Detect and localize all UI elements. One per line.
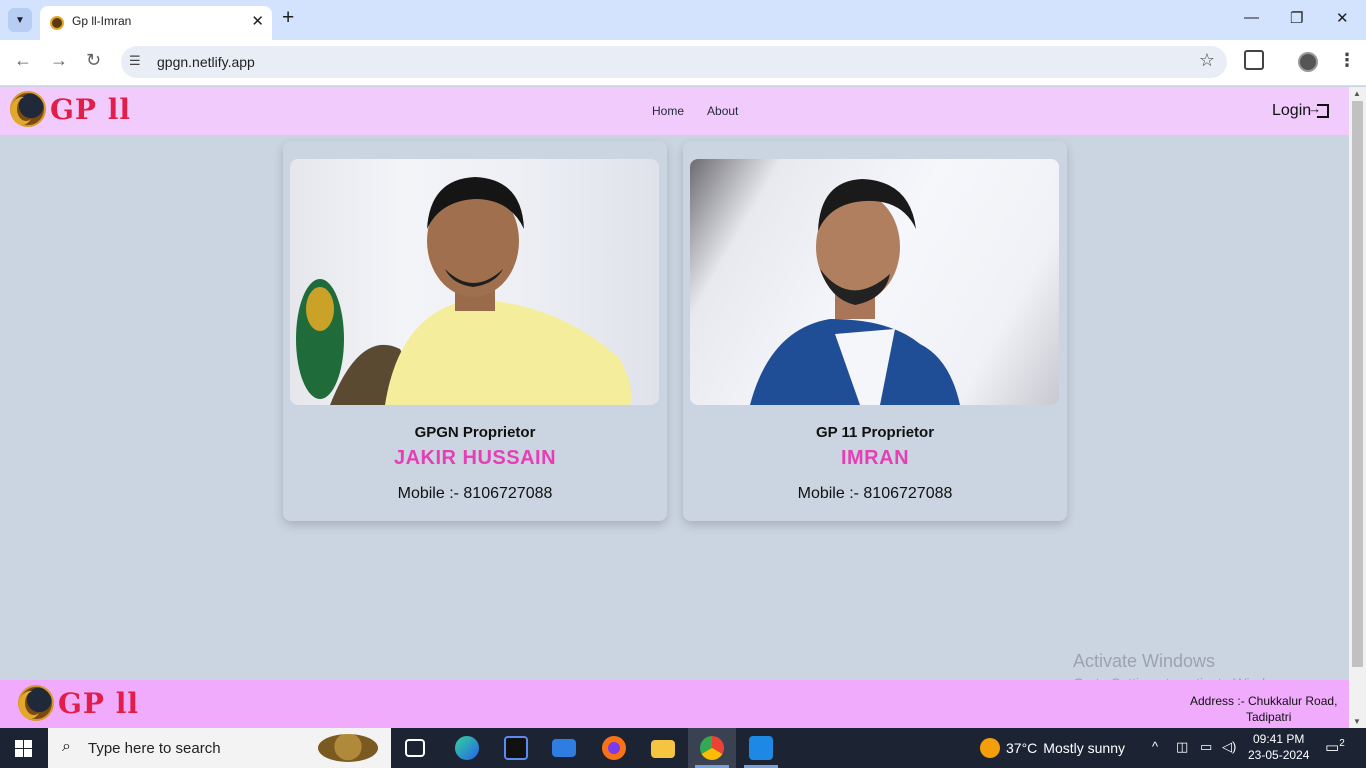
- restore-button[interactable]: ❐: [1290, 9, 1303, 27]
- address-line: Address :- Chukkalur Road,: [1190, 694, 1338, 708]
- file-explorer-icon[interactable]: [651, 740, 675, 758]
- crescent-logo-icon: [18, 685, 54, 721]
- network-icon[interactable]: ▭: [1200, 739, 1212, 755]
- card-name: JAKIR HUSSAIN: [393, 447, 557, 469]
- chevron-down-icon: ▼: [15, 14, 25, 26]
- footer-logo: GP ll: [18, 685, 139, 721]
- footer-logo-text: GP ll: [58, 686, 139, 720]
- login-button[interactable]: Login: [1272, 101, 1330, 120]
- address-line: Tadipatri: [1246, 710, 1292, 724]
- meet-now-icon[interactable]: ◫: [1176, 739, 1188, 755]
- card-role: GP 11 Proprietor: [815, 424, 935, 441]
- page-viewport: GP ll Home About Login GPGN Proprietor: [0, 87, 1349, 728]
- site-favicon-icon: [50, 16, 64, 30]
- logo-text: GP ll: [50, 92, 131, 126]
- vscode-icon[interactable]: [749, 736, 773, 760]
- task-view-icon[interactable]: [405, 739, 425, 757]
- extensions-icon[interactable]: [1244, 50, 1264, 70]
- turtle-search-highlight-icon: [318, 734, 378, 762]
- notification-count: 2: [1339, 738, 1345, 749]
- taskbar-clock[interactable]: 09:41 PM 23-05-2024: [1248, 731, 1309, 763]
- profile-avatar[interactable]: [1298, 52, 1318, 72]
- back-arrow-icon[interactable]: ←: [14, 50, 32, 71]
- intellij-icon[interactable]: [504, 736, 528, 760]
- main-nav: Home About: [652, 104, 738, 118]
- proprietor-card: GP 11 Proprietor IMRAN Mobile :- 8106727…: [683, 141, 1067, 521]
- tab-title: Gp ll-Imran: [72, 14, 132, 28]
- weather-widget[interactable]: 37°C Mostly sunny: [980, 738, 1125, 758]
- clock-time: 09:41 PM: [1253, 732, 1305, 746]
- scroll-up-icon[interactable]: ▲: [1353, 89, 1361, 98]
- firefox-icon[interactable]: [602, 736, 626, 760]
- forward-arrow-icon[interactable]: →: [50, 50, 68, 71]
- weather-temp: 37°C: [1006, 740, 1038, 756]
- clock-date: 23-05-2024: [1248, 748, 1310, 762]
- browser-tab-strip: ▼ Gp ll-Imran ✕ + — ❐ ✕: [0, 0, 1366, 40]
- card-mobile: Mobile :- 8106727088: [397, 485, 553, 502]
- site-info-icon[interactable]: ☰: [129, 53, 141, 69]
- address-bar[interactable]: ☰ gpgn.netlify.app ☆: [121, 46, 1227, 78]
- tab-close-icon[interactable]: ✕: [251, 12, 264, 30]
- login-icon: [1308, 101, 1330, 118]
- tab-search-button[interactable]: ▼: [8, 8, 32, 32]
- edge-icon[interactable]: [455, 736, 479, 760]
- taskbar-search[interactable]: ⌕ Type here to search: [48, 728, 391, 768]
- scrollbar-thumb[interactable]: [1352, 101, 1363, 667]
- browser-tab[interactable]: Gp ll-Imran ✕: [40, 6, 272, 40]
- card-mobile: Mobile :- 8106727088: [797, 485, 953, 502]
- weather-sun-icon: [980, 738, 1000, 758]
- search-placeholder: Type here to search: [88, 740, 221, 757]
- site-logo[interactable]: GP ll: [10, 91, 131, 127]
- browser-menu-icon[interactable]: ⋮: [1338, 50, 1356, 71]
- window-close-button[interactable]: ✕: [1336, 9, 1349, 27]
- login-label: Login: [1272, 102, 1312, 119]
- reload-icon[interactable]: ↻: [86, 50, 101, 71]
- tray-chevron-up-icon[interactable]: ^: [1152, 739, 1158, 754]
- windows-taskbar: ⌕ Type here to search 37°C Mostly sunny …: [0, 728, 1366, 768]
- mail-icon[interactable]: [552, 739, 576, 757]
- nav-about-link[interactable]: About: [707, 104, 738, 118]
- weather-text: Mostly sunny: [1043, 740, 1125, 756]
- card-role: GPGN Proprietor: [414, 424, 536, 441]
- search-icon: ⌕: [62, 738, 71, 755]
- url-text[interactable]: gpgn.netlify.app: [157, 54, 255, 70]
- crescent-logo-icon: [10, 91, 46, 127]
- bookmark-star-icon[interactable]: ☆: [1199, 50, 1215, 71]
- minimize-button[interactable]: —: [1244, 9, 1259, 26]
- proprietor-photo: [690, 159, 1059, 405]
- proprietor-photo: [290, 159, 659, 405]
- site-footer: GP ll Address :- Chukkalur Road, Tadipat…: [0, 680, 1349, 728]
- footer-address: Address :- Chukkalur Road, Tadipatri: [1190, 693, 1337, 725]
- watermark-title: Activate Windows: [1073, 651, 1216, 671]
- new-tab-button[interactable]: +: [282, 6, 294, 30]
- notification-center-icon[interactable]: ▭2: [1325, 738, 1345, 756]
- page-scrollbar[interactable]: ▲ ▼: [1349, 87, 1366, 728]
- nav-home-link[interactable]: Home: [652, 104, 684, 118]
- windows-start-icon[interactable]: [15, 740, 32, 757]
- chrome-icon[interactable]: [700, 736, 724, 760]
- proprietor-card: GPGN Proprietor JAKIR HUSSAIN Mobile :- …: [283, 141, 667, 521]
- volume-icon[interactable]: ◁): [1222, 739, 1236, 755]
- site-header: GP ll Home About Login: [0, 87, 1349, 135]
- scroll-down-icon[interactable]: ▼: [1353, 717, 1361, 726]
- card-name: IMRAN: [840, 447, 910, 469]
- browser-toolbar: ← → ↻ ☰ gpgn.netlify.app ☆ ⋮: [0, 40, 1366, 86]
